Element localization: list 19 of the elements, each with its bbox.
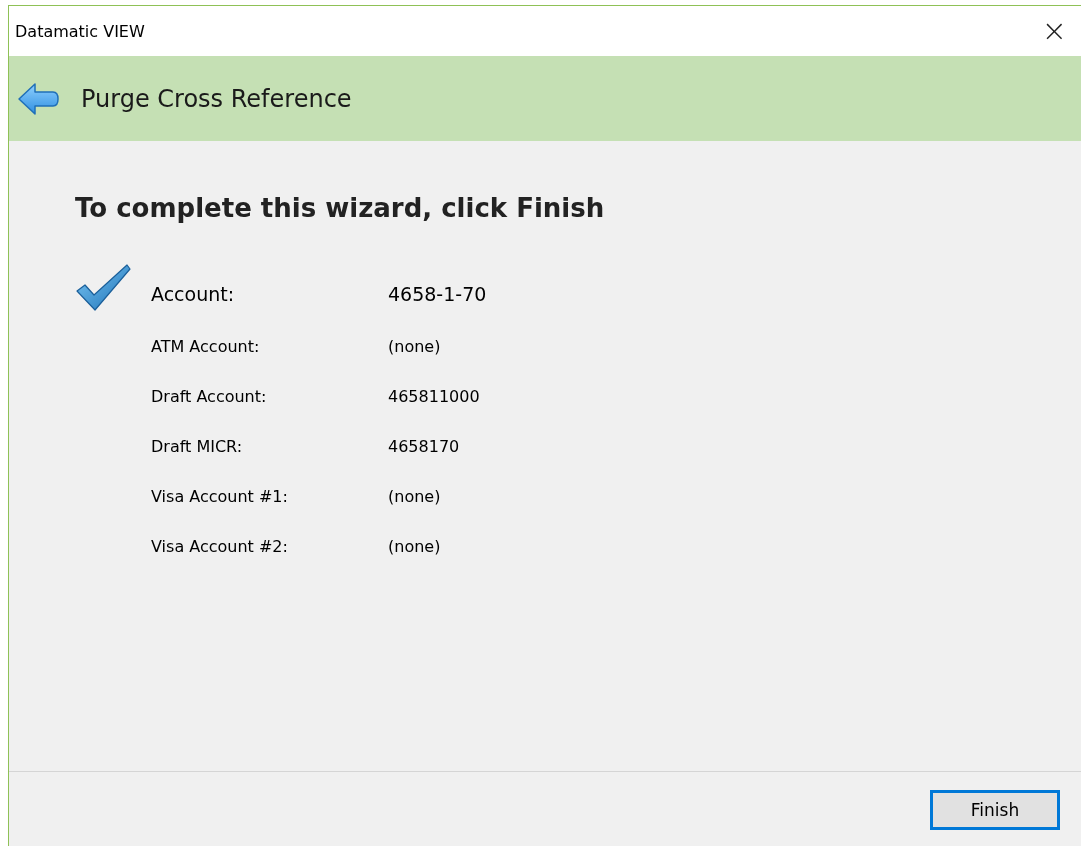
window-title: Datamatic VIEW — [15, 21, 145, 41]
field-value: (none) — [388, 336, 441, 356]
field-value: 465811000 — [388, 386, 480, 406]
field-label: Account: — [151, 283, 236, 305]
close-button[interactable]: × — [1027, 16, 1081, 46]
field-value: 4658170 — [388, 436, 460, 456]
field-value: (none) — [388, 536, 441, 556]
wizard-title: Purge Cross Reference — [81, 84, 352, 113]
field-label: Visa Account #2: — [151, 536, 289, 556]
field-label: Draft Account: — [151, 386, 268, 406]
field-value: 4658-1-70 — [388, 283, 487, 305]
field-label: Visa Account #1: — [151, 486, 289, 506]
wizard-heading: To complete this wizard, click Finish — [75, 193, 606, 223]
field-label: ATM Account: — [151, 336, 261, 356]
field-label: Draft MICR: — [151, 436, 244, 456]
back-arrow-icon[interactable] — [17, 81, 59, 116]
field-value: (none) — [388, 486, 441, 506]
checkmark-icon — [75, 263, 131, 313]
finish-button[interactable]: Finish — [930, 789, 1060, 830]
